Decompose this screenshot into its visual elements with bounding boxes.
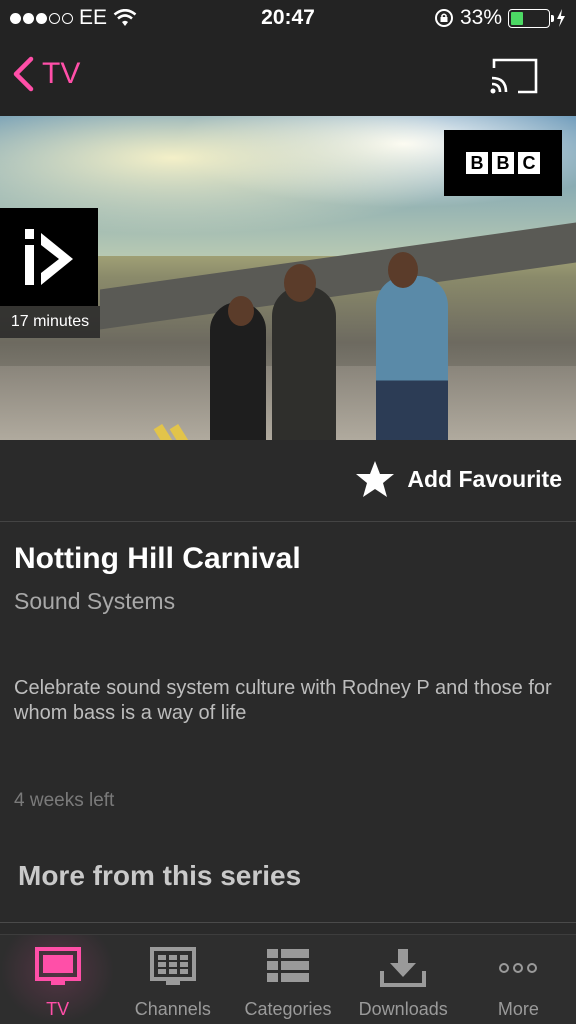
- more-from-series-heading: More from this series: [18, 860, 302, 891]
- tab-channels[interactable]: Channels: [115, 935, 230, 1024]
- cast-icon: [490, 58, 538, 94]
- navigation-bar: TV: [0, 38, 576, 116]
- hero-person: [376, 276, 448, 440]
- tab-label: Channels: [134, 999, 211, 1019]
- tab-categories[interactable]: Categories: [230, 935, 345, 1024]
- play-icon: [25, 229, 73, 285]
- add-favourite-label: Add Favourite: [407, 465, 562, 492]
- tab-more[interactable]: More: [461, 935, 576, 1024]
- more-icon: [499, 963, 538, 973]
- programme-hero-image[interactable]: 17 minutes B B C: [0, 116, 576, 440]
- hero-person-head: [388, 252, 418, 288]
- channel-logo-letter: B: [492, 152, 514, 174]
- channels-icon: [149, 947, 196, 985]
- channel-logo-letter: B: [466, 152, 488, 174]
- channel-logo: B B C: [444, 130, 562, 196]
- tab-downloads[interactable]: Downloads: [346, 935, 461, 1024]
- hero-person: [272, 286, 336, 440]
- hero-person-head: [228, 296, 254, 326]
- battery-icon: [508, 8, 554, 28]
- status-right: 33%: [434, 6, 566, 30]
- tab-label: Downloads: [358, 999, 448, 1019]
- back-button[interactable]: TV: [12, 56, 80, 92]
- availability-label: 4 weeks left: [14, 790, 115, 811]
- charging-icon: [557, 9, 565, 27]
- battery-percent: 33%: [459, 6, 502, 29]
- episode-title: Sound Systems: [14, 588, 176, 614]
- downloads-icon: [380, 949, 427, 987]
- tv-icon: [34, 947, 81, 985]
- duration-label: 17 minutes: [0, 306, 100, 338]
- tab-label: More: [497, 999, 539, 1019]
- add-favourite-button[interactable]: Add Favourite: [355, 460, 562, 498]
- tab-label: Categories: [244, 999, 332, 1019]
- chevron-left-icon: [13, 56, 34, 92]
- programme-description: Celebrate sound system culture with Rodn…: [14, 677, 552, 724]
- favourite-row: Add Favourite: [0, 440, 576, 522]
- tab-tv[interactable]: TV: [0, 935, 116, 1024]
- status-bar: EE 20:47 33%: [0, 0, 576, 38]
- rotation-lock-icon: [434, 9, 453, 27]
- back-label: TV: [42, 57, 81, 90]
- categories-icon: [267, 949, 309, 982]
- play-button[interactable]: [0, 208, 98, 306]
- star-icon: [356, 461, 395, 497]
- tab-label: TV: [46, 999, 70, 1019]
- programme-title: Notting Hill Carnival: [14, 542, 301, 575]
- channel-logo-letter: C: [518, 152, 540, 174]
- cast-button[interactable]: [488, 56, 540, 96]
- battery-level: [511, 11, 523, 25]
- hero-person-head: [284, 264, 316, 302]
- section-divider: [0, 922, 576, 923]
- tab-bar: TV Channels Categories Downloads More: [0, 934, 576, 1024]
